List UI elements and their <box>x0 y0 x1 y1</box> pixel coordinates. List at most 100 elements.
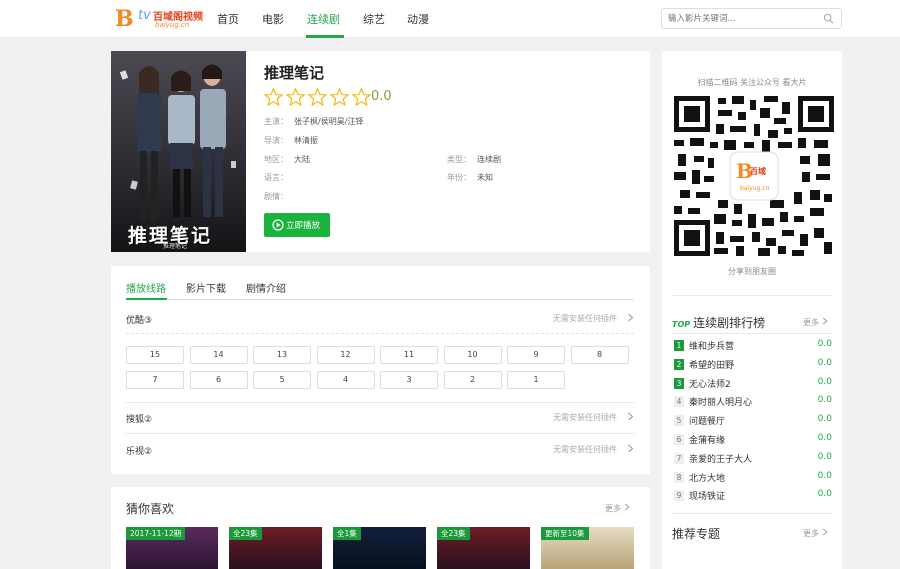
source-letv[interactable]: 乐视② <box>126 444 152 457</box>
rank-name[interactable]: 无心法师2 <box>689 377 731 390</box>
recommend-more-link[interactable]: 更多 <box>605 503 630 514</box>
episode-button[interactable]: 14 <box>189 346 248 364</box>
recommend-item[interactable]: 全1集 <box>333 527 426 569</box>
cast-label: 主演： <box>264 117 288 126</box>
play-button[interactable]: 立即播放 <box>264 213 330 237</box>
recommend-item[interactable]: 全23集 <box>229 527 322 569</box>
episode-badge: 全23集 <box>437 527 470 540</box>
nav-variety[interactable]: 综艺 <box>363 11 385 27</box>
episode-button[interactable]: 5 <box>253 371 311 389</box>
rank-name[interactable]: 亲爱的王子大人 <box>689 452 752 465</box>
source-sohu[interactable]: 搜狐② <box>126 412 152 425</box>
top-header: B tv 百域阁视频 baiyug.cn 首页 电影 连续剧 综艺 动漫 <box>0 0 900 38</box>
nav-home[interactable]: 首页 <box>217 11 239 27</box>
region-value: 大陆 <box>294 155 310 164</box>
star-icon[interactable] <box>286 88 305 106</box>
divider <box>672 295 832 296</box>
rank-score: 0.0 <box>817 339 832 349</box>
episode-button[interactable]: 6 <box>189 371 248 389</box>
episode-badge: 2017-11-12期 <box>126 527 186 540</box>
rank-item[interactable]: 2 希望的田野 0.0 <box>674 358 832 372</box>
tab-play-sources[interactable]: 播放线路 <box>126 280 166 295</box>
source-youku[interactable]: 优酷③ <box>126 313 152 326</box>
type-value[interactable]: 连续剧 <box>477 155 501 164</box>
star-icon[interactable] <box>352 88 371 106</box>
rank-name[interactable]: 秦时丽人明月心 <box>689 395 752 408</box>
episode-button[interactable]: 15 <box>126 346 184 364</box>
director-value[interactable]: 林清振 <box>294 136 318 145</box>
rank-name[interactable]: 维和步兵营 <box>689 339 734 352</box>
rank-item[interactable]: 7 亲爱的王子大人 0.0 <box>674 452 832 466</box>
director-label: 导演： <box>264 136 288 145</box>
recommend-item[interactable]: 2017-11-12期 <box>126 527 218 569</box>
nav-movies[interactable]: 电影 <box>262 11 284 27</box>
poster-image[interactable]: 推理笔记 推理笔记 <box>111 51 246 252</box>
logo-tv: tv <box>138 8 151 23</box>
rank-name[interactable]: 北方大地 <box>689 471 725 484</box>
recommend-item[interactable]: 更新至10集 <box>541 527 634 569</box>
rank-item[interactable]: 5 问题餐厅 0.0 <box>674 414 832 428</box>
chevron-right-icon <box>624 503 629 511</box>
region-label: 地区： <box>264 155 288 164</box>
qr-code[interactable]: B 百域 baiyug.cn <box>674 96 834 256</box>
rank-name[interactable]: 希望的田野 <box>689 358 734 371</box>
rank-item[interactable]: 3 无心法师2 0.0 <box>674 377 832 391</box>
rank-number: 7 <box>674 452 684 464</box>
tab-download[interactable]: 影片下载 <box>186 280 226 295</box>
site-logo[interactable]: B tv 百域阁视频 baiyug.cn <box>115 6 203 32</box>
year-row: 年份： 未知 <box>447 172 493 183</box>
rank-score: 0.0 <box>817 376 832 387</box>
director-row: 导演： 林清振 <box>264 135 318 146</box>
chevron-right-icon[interactable] <box>627 444 634 453</box>
show-title: 推理笔记 <box>264 64 325 82</box>
rank-score: 0.0 <box>817 433 832 443</box>
more-label: 更多 <box>605 504 621 513</box>
episode-button[interactable]: 8 <box>570 346 629 364</box>
rank-score: 0.0 <box>817 451 832 462</box>
divider <box>126 433 634 434</box>
episode-button[interactable]: 2 <box>443 371 502 389</box>
play-label: 立即播放 <box>286 221 321 231</box>
episode-button[interactable]: 1 <box>507 371 565 389</box>
episode-button[interactable]: 7 <box>126 371 184 389</box>
play-circle-icon <box>272 219 284 231</box>
rank-item[interactable]: 1 维和步兵营 0.0 <box>674 339 832 353</box>
episode-button[interactable]: 9 <box>507 346 565 364</box>
rank-number: 1 <box>674 340 684 351</box>
nav-active-underline <box>306 35 344 38</box>
star-icon[interactable] <box>308 88 327 106</box>
search-input[interactable] <box>668 12 818 26</box>
rank-name[interactable]: 问题餐厅 <box>689 414 725 427</box>
rank-number: 4 <box>674 396 684 408</box>
cast-value[interactable]: 张子枫/侯明昊/汪铎 <box>294 117 363 126</box>
episode-button[interactable]: 13 <box>253 346 311 364</box>
divider <box>672 513 832 514</box>
rank-name[interactable]: 金蒲有缘 <box>689 433 725 446</box>
star-icon[interactable] <box>330 88 349 106</box>
rank-score: 0.0 <box>817 414 832 425</box>
episode-button[interactable]: 11 <box>380 346 438 364</box>
episode-button[interactable]: 10 <box>443 346 502 364</box>
rank-name[interactable]: 现场铁证 <box>689 489 725 502</box>
rank-item[interactable]: 9 现场铁证 0.0 <box>674 489 832 503</box>
episode-button[interactable]: 3 <box>380 371 438 389</box>
type-label: 类型： <box>447 155 471 164</box>
rank-more-link[interactable]: 更多 <box>803 317 828 328</box>
star-icon[interactable] <box>264 88 283 106</box>
source-hint: 无需安装任何插件 <box>553 314 617 323</box>
playlist-card <box>111 266 650 474</box>
topics-more-link[interactable]: 更多 <box>803 528 828 539</box>
chevron-right-icon[interactable] <box>627 412 634 421</box>
episode-button[interactable]: 12 <box>316 346 375 364</box>
search-icon[interactable] <box>823 13 834 24</box>
rank-item[interactable]: 8 北方大地 0.0 <box>674 471 832 485</box>
rank-item[interactable]: 6 金蒲有缘 0.0 <box>674 433 832 447</box>
rank-item[interactable]: 4 秦时丽人明月心 0.0 <box>674 395 832 409</box>
recommend-item[interactable]: 全23集 <box>437 527 530 569</box>
chevron-right-icon[interactable] <box>627 313 634 322</box>
episode-button[interactable]: 4 <box>316 371 375 389</box>
nav-series[interactable]: 连续剧 <box>307 11 340 27</box>
nav-anime[interactable]: 动漫 <box>407 11 429 27</box>
tab-synopsis[interactable]: 剧情介绍 <box>246 280 286 295</box>
rating-stars[interactable] <box>264 88 374 106</box>
